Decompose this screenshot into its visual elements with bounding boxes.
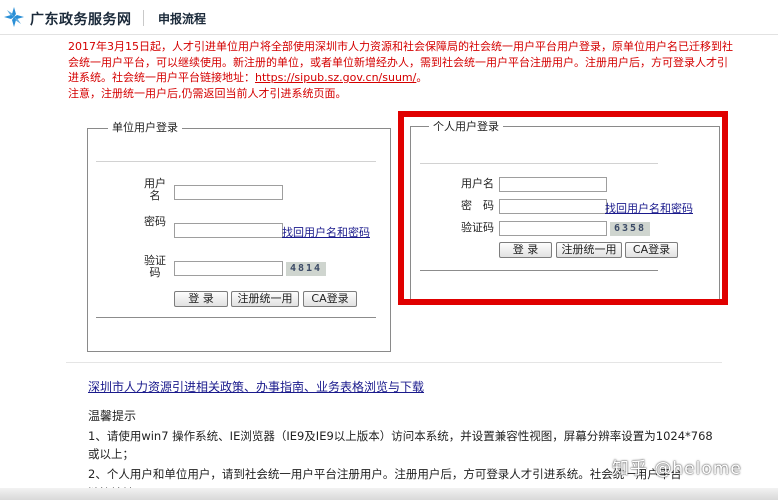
migration-notice: 2017年3月15日起，人才引进单位用户将全部使用深圳市人力资源和社会保障局的社… — [68, 39, 738, 101]
tips-title: 温馨提示 — [88, 409, 137, 423]
guangdong-logo-icon[interactable] — [3, 6, 25, 28]
unit-forgot-link[interactable]: 找回用户名和密码 — [282, 224, 370, 240]
bottom-scroll-edge — [0, 488, 778, 500]
unit-login-title: 单位用户登录 — [108, 121, 182, 135]
unit-captcha-label: 验证码 — [144, 254, 166, 279]
header-divider — [143, 10, 144, 26]
unit-password-label: 密码 — [144, 215, 166, 228]
tips-line-1: 1、请使用win7 操作系统、IE浏览器（IE9及IE9以上版本）访问本系统，并… — [88, 429, 713, 443]
unit-register-button[interactable]: 注册统一用 — [231, 291, 299, 307]
unit-login-top-rule — [96, 161, 376, 162]
site-header: 广东政务服务网 申报流程 — [0, 0, 778, 35]
nav-link-process[interactable]: 申报流程 — [158, 10, 206, 27]
unit-password-input[interactable] — [174, 223, 283, 238]
notice-link[interactable]: https://sipub.sz.gov.cn/suum/ — [255, 71, 416, 84]
unit-ca-login-button[interactable]: CA登录 — [303, 291, 357, 307]
watermark-text: 知乎 @helome — [612, 459, 742, 479]
site-title[interactable]: 广东政务服务网 — [30, 9, 132, 29]
unit-captcha-image[interactable]: 4814 — [286, 262, 326, 276]
policy-download-link[interactable]: 深圳市人力资源引进相关政策、办事指南、业务表格浏览与下载 — [88, 378, 424, 395]
unit-username-input[interactable] — [174, 185, 283, 200]
unit-username-label: 用户名 — [144, 177, 166, 202]
notice-line2: 注意，注册统一用户后,仍需返回当前人才引进系统页面。 — [68, 86, 347, 100]
section-divider — [66, 362, 722, 363]
notice-link-suffix: 。 — [416, 71, 428, 84]
highlight-frame — [398, 111, 728, 305]
unit-login-button[interactable]: 登 录 — [174, 291, 228, 307]
unit-login-bottom-rule — [96, 317, 376, 318]
unit-captcha-input[interactable] — [174, 261, 283, 276]
